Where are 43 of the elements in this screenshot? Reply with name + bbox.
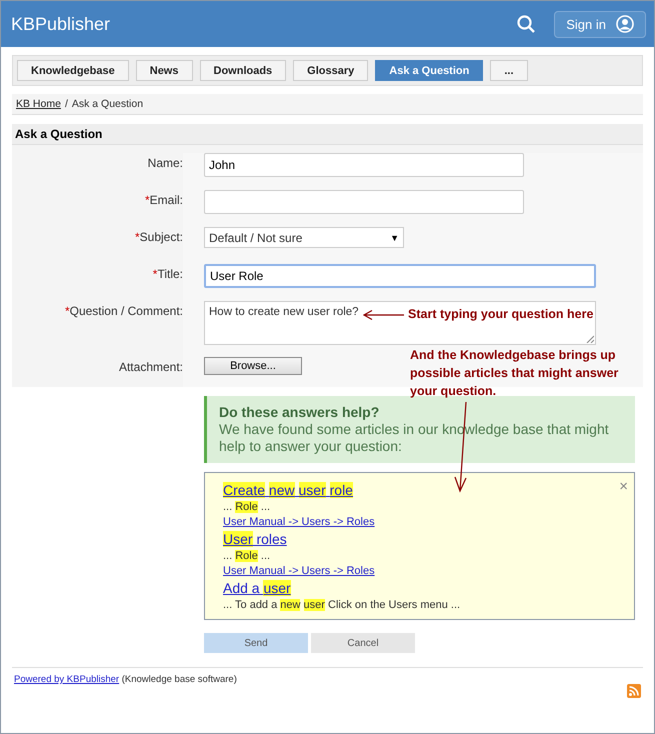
article-excerpt: ... Role ... [223, 501, 270, 513]
category-link[interactable]: User Manual -> Users -> Roles [223, 565, 375, 577]
nav-tab[interactable]: Glossary [293, 60, 368, 81]
field-label: *Question / Comment: [64, 304, 183, 318]
logo[interactable]: KBPublisher [11, 14, 110, 34]
help-title: Do these answers help? [219, 404, 380, 420]
category-link[interactable]: User Manual -> Users -> Roles [223, 516, 375, 528]
user-icon [616, 15, 634, 33]
nav-tab[interactable]: Knowledgebase [17, 60, 129, 81]
close-button[interactable]: × [619, 479, 628, 494]
article-excerpt: ... Role ... [223, 550, 270, 562]
input-field[interactable]: User Role [204, 264, 596, 288]
subject-dropdown[interactable]: Default / Not sure ▼ [204, 227, 404, 248]
dropdown-arrow-icon: ▼ [390, 232, 399, 242]
breadcrumb-current: Ask a Question [72, 98, 144, 110]
input-field[interactable] [204, 190, 524, 214]
breadcrumb-link[interactable]: KB Home [16, 98, 61, 110]
breadcrumb-separator: / [64, 98, 68, 110]
section-title: Ask a Question [12, 124, 643, 145]
resize-handle-icon[interactable] [586, 335, 594, 343]
cancel-button[interactable]: Cancel [311, 633, 415, 653]
input-field[interactable]: John [204, 153, 524, 177]
browse-button[interactable]: Browse... [204, 357, 302, 375]
send-button[interactable]: Send [204, 633, 308, 653]
article-link[interactable]: Create new user role [223, 482, 353, 498]
rss-icon[interactable] [627, 684, 641, 698]
field-label: Attachment: [118, 360, 183, 374]
nav-tab[interactable]: Ask a Question [375, 60, 484, 81]
annotation-arrow [363, 309, 405, 321]
field-label: *Email: [144, 193, 183, 207]
annotation-text: And the Knowledgebase brings up possible articles that might answer your question. [410, 347, 620, 400]
nav-tab[interactable]: ... [490, 60, 528, 81]
article-link[interactable]: Add a user [223, 580, 291, 596]
annotation-text: Start typing your question here [408, 307, 594, 321]
footer-text: Powered by KBPublisher (Knowledge base software) [14, 674, 237, 687]
search-icon[interactable] [517, 15, 536, 33]
field-label: Name: [148, 156, 183, 170]
footer-link[interactable]: Powered by KBPublisher [14, 674, 120, 685]
nav-tab[interactable]: Downloads [200, 60, 286, 81]
field-label: *Subject: [134, 230, 183, 244]
nav-tab[interactable]: News [136, 60, 192, 81]
field-label: *Title: [152, 267, 183, 281]
article-link[interactable]: User roles [223, 531, 287, 547]
